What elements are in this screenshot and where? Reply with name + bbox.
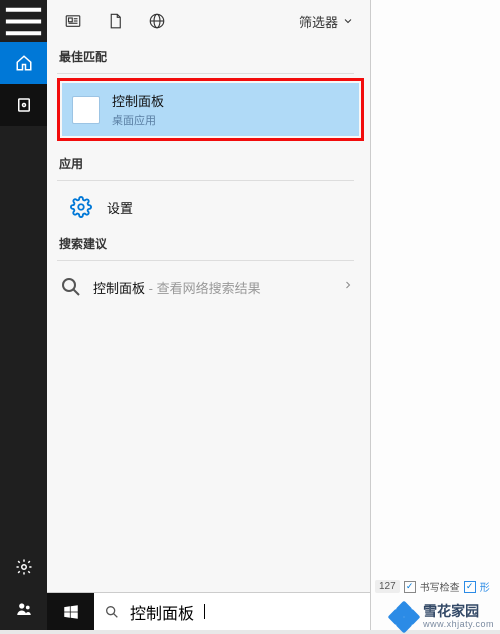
check-icon[interactable]: ✓	[404, 581, 416, 593]
sidebar	[0, 0, 47, 630]
watermark: 雪花家园 www.xhjaty.com	[391, 604, 494, 630]
result-subtitle: 桌面应用	[112, 112, 349, 128]
divider	[57, 180, 354, 181]
search-input-value: 控制面板	[130, 600, 194, 624]
watermark-logo-icon	[391, 604, 417, 630]
sidebar-account[interactable]	[0, 588, 47, 630]
watermark-url: www.xhjaty.com	[423, 620, 494, 630]
suggestion-text: 控制面板 - 查看网络搜索结果	[93, 278, 261, 297]
windows-icon	[62, 603, 80, 621]
best-match-header: 最佳匹配	[57, 42, 370, 71]
status-strip: 127 ✓ 书写检查 ✓ 形	[375, 579, 498, 594]
apps-header: 应用	[57, 149, 370, 178]
text-cursor	[204, 604, 205, 619]
divider	[57, 73, 354, 74]
start-button[interactable]	[47, 593, 94, 630]
gear-icon	[67, 193, 95, 221]
scan-label: 书写检查	[420, 579, 460, 594]
search-suggestion-item[interactable]: 控制面板 - 查看网络搜索结果	[57, 265, 370, 309]
sidebar-settings[interactable]	[0, 546, 47, 588]
search-box[interactable]: 控制面板	[94, 593, 370, 630]
filter-label: 筛选器	[299, 12, 338, 31]
result-title: 控制面板	[112, 91, 349, 110]
check-icon[interactable]: ✓	[464, 581, 476, 593]
toolbar: 筛选器	[47, 0, 370, 42]
sidebar-home[interactable]	[0, 42, 47, 84]
document-icon[interactable]	[97, 3, 133, 39]
suggestions-header: 搜索建议	[57, 229, 370, 258]
globe-icon[interactable]	[139, 3, 175, 39]
chevron-right-icon	[342, 278, 354, 296]
right-background-panel: 127 ✓ 书写检查 ✓ 形	[370, 0, 500, 630]
control-panel-icon	[72, 96, 100, 124]
watermark-title: 雪花家园	[423, 604, 494, 619]
count-badge: 127	[375, 580, 400, 593]
search-icon	[104, 604, 120, 620]
divider	[57, 260, 354, 261]
main-panel: 筛选器 最佳匹配 控制面板 桌面应用 应用	[47, 0, 370, 630]
apps-result-title: 设置	[107, 198, 360, 217]
best-match-item[interactable]: 控制面板 桌面应用	[62, 83, 359, 136]
filter-dropdown[interactable]: 筛选器	[291, 12, 362, 31]
news-icon[interactable]	[55, 3, 91, 39]
hamburger-menu[interactable]	[0, 0, 47, 42]
extra-label: 形	[480, 579, 490, 594]
results-content: 最佳匹配 控制面板 桌面应用 应用	[47, 42, 370, 592]
chevron-down-icon	[342, 15, 354, 27]
highlight-box: 控制面板 桌面应用	[57, 78, 364, 141]
apps-item-settings[interactable]: 设置	[57, 185, 370, 229]
sidebar-recent[interactable]	[0, 84, 47, 126]
search-bar-row: 控制面板	[47, 592, 370, 630]
search-icon	[59, 275, 83, 299]
